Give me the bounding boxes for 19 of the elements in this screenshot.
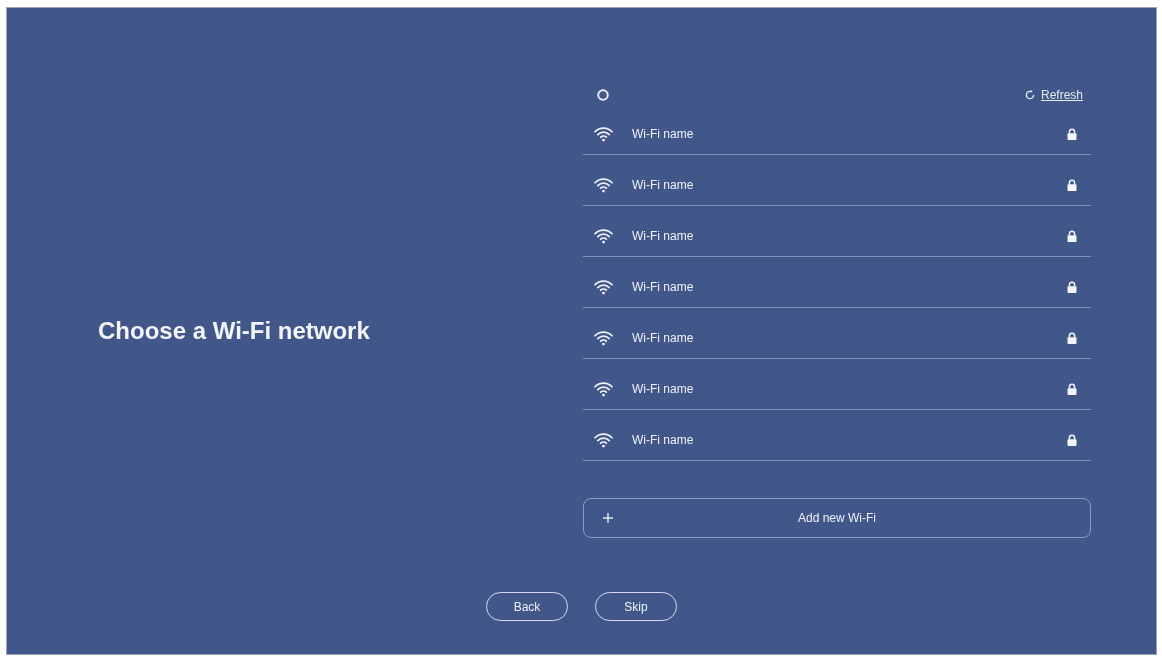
refresh-icon xyxy=(1024,90,1035,100)
network-item[interactable]: Wi-Fi name xyxy=(583,155,1091,206)
plus-icon xyxy=(603,513,613,523)
network-item[interactable]: Wi-Fi name xyxy=(583,359,1091,410)
wifi-icon xyxy=(594,279,613,295)
network-item[interactable]: Wi-Fi name xyxy=(583,410,1091,461)
network-item[interactable]: Wi-Fi name xyxy=(583,308,1091,359)
wifi-icon xyxy=(594,432,613,448)
refresh-link[interactable]: Refresh xyxy=(1024,88,1083,102)
page-title: Choose a Wi-Fi network xyxy=(98,317,370,345)
network-item[interactable]: Wi-Fi name xyxy=(583,206,1091,257)
wifi-icon xyxy=(594,126,613,142)
network-item[interactable]: Wi-Fi name xyxy=(583,104,1091,155)
wifi-icon xyxy=(594,381,613,397)
wifi-icon xyxy=(594,228,613,244)
wifi-icon xyxy=(594,177,613,193)
network-item[interactable]: Wi-Fi name xyxy=(583,257,1091,308)
wifi-icon xyxy=(594,330,613,346)
add-wifi-button[interactable]: Add new Wi-Fi xyxy=(583,498,1091,538)
